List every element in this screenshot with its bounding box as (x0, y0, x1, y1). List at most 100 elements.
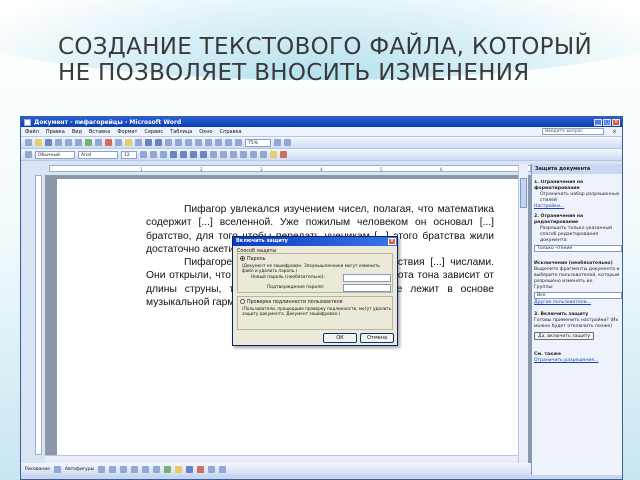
menu-window[interactable]: Окно (199, 129, 212, 135)
help-search-input[interactable]: Введите вопрос (542, 128, 604, 135)
word-icon (24, 118, 31, 126)
show-hide-icon[interactable] (235, 139, 242, 146)
decrease-indent-icon[interactable] (240, 151, 247, 158)
horizontal-ruler[interactable]: 12 34 56 (49, 165, 531, 172)
protect-document-pane: Защита документа 1. Ограничения на форма… (531, 164, 622, 475)
copy-icon[interactable] (115, 139, 122, 146)
save-icon[interactable] (45, 139, 52, 146)
read-icon[interactable] (284, 139, 291, 146)
open-icon[interactable] (35, 139, 42, 146)
print-preview-icon[interactable] (75, 139, 82, 146)
research-icon[interactable] (95, 139, 102, 146)
horizontal-scrollbar[interactable] (45, 455, 518, 463)
align-left-icon[interactable] (170, 151, 177, 158)
increase-indent-icon[interactable] (250, 151, 257, 158)
styles-pane-icon[interactable] (25, 151, 32, 158)
hyperlink-icon[interactable] (165, 139, 172, 146)
menu-format[interactable]: Формат (117, 129, 137, 135)
formatting-restriction-checkbox[interactable]: Ограничить набор разрешенных стилей (534, 192, 622, 204)
underline-icon[interactable] (160, 151, 167, 158)
justify-icon[interactable] (200, 151, 207, 158)
shadow-icon[interactable] (219, 465, 227, 473)
new-password-input[interactable] (343, 274, 391, 282)
close-document-icon[interactable]: × (611, 129, 618, 135)
spelling-icon[interactable] (85, 139, 92, 146)
arrow-icon[interactable] (109, 465, 117, 473)
menu-insert[interactable]: Вставка (89, 129, 110, 135)
password-radio-label: Пароль (247, 257, 266, 262)
auth-radio[interactable]: Проверка подлинности пользователя (240, 299, 343, 306)
auth-radio-label: Проверка подлинности пользователя (247, 300, 343, 305)
font-color-draw-icon[interactable] (197, 465, 205, 473)
document-map-icon[interactable] (225, 139, 232, 146)
format-painter-icon[interactable] (135, 139, 142, 146)
menu-file[interactable]: Файл (25, 129, 39, 135)
align-center-icon[interactable] (180, 151, 187, 158)
ok-button[interactable]: ОК (323, 333, 357, 343)
fill-color-icon[interactable] (175, 465, 183, 473)
paste-icon[interactable] (125, 139, 132, 146)
minimize-icon[interactable]: _ (594, 118, 602, 126)
password-radio[interactable]: Пароль (240, 256, 265, 263)
group-everyone-checkbox[interactable]: Все (534, 292, 622, 299)
highlight-icon[interactable] (270, 151, 277, 158)
numbering-icon[interactable] (220, 151, 227, 158)
line-color-icon[interactable] (186, 465, 194, 473)
line-style-icon[interactable] (208, 465, 216, 473)
redo-icon[interactable] (155, 139, 162, 146)
menu-tools[interactable]: Сервис (144, 129, 163, 135)
formatting-toolbar: Обычный Arial 12 (21, 149, 622, 161)
confirm-password-input[interactable] (343, 284, 391, 292)
print-icon[interactable] (65, 139, 72, 146)
align-right-icon[interactable] (190, 151, 197, 158)
undo-icon[interactable] (145, 139, 152, 146)
font-select[interactable]: Arial (78, 150, 118, 159)
menu-help[interactable]: Справка (220, 129, 242, 135)
font-color-icon[interactable] (280, 151, 287, 158)
rectangle-icon[interactable] (120, 465, 128, 473)
oval-icon[interactable] (131, 465, 139, 473)
permission-icon[interactable] (55, 139, 62, 146)
italic-icon[interactable] (150, 151, 157, 158)
bold-icon[interactable] (140, 151, 147, 158)
menu-bar: Файл Правка Вид Вставка Формат Сервис Та… (21, 127, 622, 137)
autoshapes-menu[interactable]: Автофигуры (65, 467, 94, 472)
draw-menu[interactable]: Рисование (25, 467, 50, 472)
help-icon[interactable] (274, 139, 281, 146)
editing-restriction-checkbox[interactable]: Разрешить только указанный способ редакт… (534, 226, 622, 244)
close-icon[interactable]: × (612, 118, 620, 126)
line-icon[interactable] (98, 465, 106, 473)
zoom-select[interactable]: 75% (245, 138, 271, 147)
vertical-scrollbar[interactable] (518, 164, 528, 465)
dialog-close-icon[interactable]: × (388, 238, 396, 245)
borders-icon[interactable] (260, 151, 267, 158)
editing-type-select[interactable]: Только чтение (534, 245, 622, 252)
wordart-icon[interactable] (153, 465, 161, 473)
restrict-permission-link[interactable]: Ограничить разрешения... (534, 358, 622, 364)
insert-table-icon[interactable] (185, 139, 192, 146)
tables-borders-icon[interactable] (175, 139, 182, 146)
style-select[interactable]: Обычный (35, 150, 75, 159)
enforce-protection-button[interactable]: Да, включить защиту (534, 332, 594, 340)
line-spacing-icon[interactable] (210, 151, 217, 158)
new-icon[interactable] (25, 139, 32, 146)
cancel-button[interactable]: Отмена (360, 333, 394, 343)
menu-edit[interactable]: Правка (46, 129, 65, 135)
vertical-ruler[interactable] (35, 175, 42, 455)
cut-icon[interactable] (105, 139, 112, 146)
maximize-icon[interactable]: □ (603, 118, 611, 126)
status-bar (21, 475, 622, 479)
bullets-icon[interactable] (230, 151, 237, 158)
clipart-icon[interactable] (164, 465, 172, 473)
insert-excel-icon[interactable] (195, 139, 202, 146)
scroll-thumb[interactable] (520, 178, 527, 208)
menu-view[interactable]: Вид (72, 129, 82, 135)
password-note: (Документ не зашифрован. Злоумышленники … (242, 263, 380, 273)
font-size-select[interactable]: 12 (121, 150, 137, 159)
drawing-icon[interactable] (215, 139, 222, 146)
textbox-icon[interactable] (142, 465, 150, 473)
exceptions-text: Выделите фрагменты документа и выберите … (534, 267, 620, 284)
menu-table[interactable]: Таблица (170, 129, 192, 135)
columns-icon[interactable] (205, 139, 212, 146)
select-objects-icon[interactable] (53, 465, 61, 473)
